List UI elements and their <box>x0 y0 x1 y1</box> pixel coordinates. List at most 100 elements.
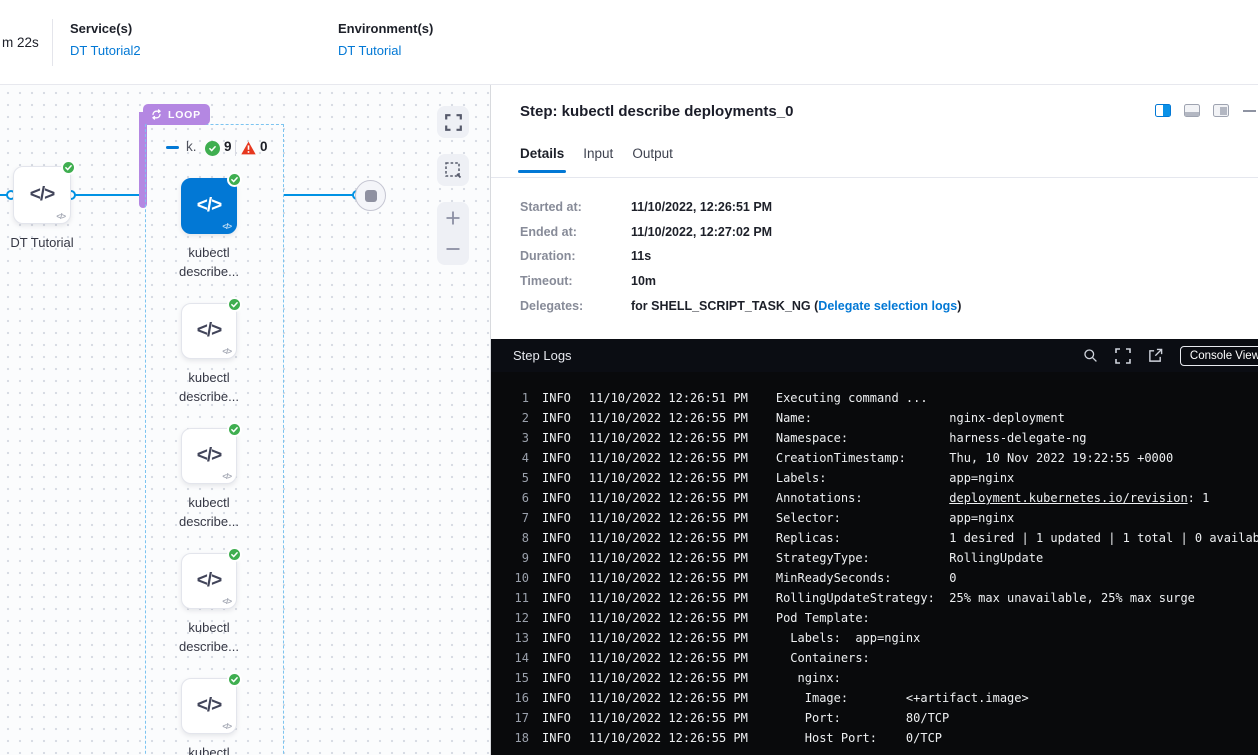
log-text: nginx: <box>776 671 841 685</box>
layout-split-right-icon[interactable] <box>1155 104 1171 117</box>
logs-body: 1INFO11/10/2022 12:26:51 PMExecuting com… <box>491 372 1258 755</box>
log-timestamp: 11/10/2022 12:26:55 PM <box>589 628 748 648</box>
log-text: MinReadySeconds: 0 <box>776 571 957 585</box>
start-step-node[interactable]: </> </> <box>13 166 71 224</box>
pipeline-canvas[interactable]: </> </> DT Tutorial LOOP k. 9 0 </></>ku… <box>0 85 490 755</box>
log-text: Namespace: harness-delegate-ng <box>776 431 1087 445</box>
zoom-controls <box>437 202 469 265</box>
log-row: 4INFO11/10/2022 12:26:55 PMCreationTimes… <box>505 448 1258 468</box>
log-text: Annotations: <box>776 491 949 505</box>
execution-page: m 22s Service(s) DT Tutorial2 Environmen… <box>0 0 1258 755</box>
plus-icon <box>445 210 461 226</box>
loop-step-node[interactable]: </></> <box>181 303 237 359</box>
log-line-number: 17 <box>505 708 529 728</box>
log-level: INFO <box>542 708 571 728</box>
success-badge-icon <box>227 297 242 312</box>
log-timestamp: 11/10/2022 12:26:55 PM <box>589 588 748 608</box>
log-row: 15INFO11/10/2022 12:26:55 PM nginx: <box>505 668 1258 688</box>
tab-input[interactable]: Input <box>583 146 613 173</box>
service-block: Service(s) DT Tutorial2 <box>70 21 141 58</box>
log-line-number: 16 <box>505 688 529 708</box>
log-line-number: 3 <box>505 428 529 448</box>
log-row: 5INFO11/10/2022 12:26:55 PMLabels: app=n… <box>505 468 1258 488</box>
log-line-number: 12 <box>505 608 529 628</box>
environment-link[interactable]: DT Tutorial <box>338 43 433 58</box>
logs-open-in-new-button[interactable] <box>1148 348 1163 363</box>
log-message: Labels: app=nginx <box>776 468 1014 488</box>
loop-step-node[interactable]: </></> <box>181 428 237 484</box>
log-level: INFO <box>542 628 571 648</box>
log-level: INFO <box>542 728 571 748</box>
collapse-group-button[interactable] <box>166 146 179 149</box>
detail-row-label: Started at: <box>520 200 631 214</box>
loop-step-name[interactable]: k. <box>186 139 197 154</box>
log-message: Port: 80/TCP <box>776 708 949 728</box>
execution-topbar: m 22s Service(s) DT Tutorial2 Environmen… <box>0 0 1258 85</box>
service-link[interactable]: DT Tutorial2 <box>70 43 141 58</box>
success-badge-icon <box>227 672 242 687</box>
log-timestamp: 11/10/2022 12:26:55 PM <box>589 648 748 668</box>
layout-dock-right-icon[interactable] <box>1213 104 1229 117</box>
detail-row-label: Ended at: <box>520 225 631 239</box>
loop-step-node[interactable]: </></> <box>181 678 237 734</box>
detail-row: Timeout:10m <box>520 269 1248 294</box>
log-row: 9INFO11/10/2022 12:26:55 PMStrategyType:… <box>505 548 1258 568</box>
log-line-number: 14 <box>505 648 529 668</box>
log-timestamp: 11/10/2022 12:26:55 PM <box>589 408 748 428</box>
log-timestamp: 11/10/2022 12:26:55 PM <box>589 508 748 528</box>
log-row: 14INFO11/10/2022 12:26:55 PM Containers: <box>505 648 1258 668</box>
loop-step-label: kubectldescribe... <box>144 743 274 755</box>
tab-output[interactable]: Output <box>632 146 673 173</box>
layout-dock-bottom-icon[interactable] <box>1184 104 1200 117</box>
zoom-out-button[interactable] <box>437 235 469 263</box>
loop-step-label-line2: describe... <box>144 512 274 531</box>
execution-duration: m 22s <box>2 35 39 50</box>
log-line-number: 8 <box>505 528 529 548</box>
log-message: StrategyType: RollingUpdate <box>776 548 1043 568</box>
minimize-panel-icon[interactable] <box>1243 110 1256 112</box>
log-timestamp: 11/10/2022 12:26:55 PM <box>589 428 748 448</box>
success-badge-icon <box>227 422 242 437</box>
shell-script-icon: </> <box>222 597 231 606</box>
canvas-marquee-zoom-button[interactable] <box>437 154 469 186</box>
loop-step-node[interactable]: </></> <box>181 553 237 609</box>
log-line-number: 5 <box>505 468 529 488</box>
loop-step-label: kubectldescribe... <box>144 243 274 281</box>
canvas-fullscreen-button[interactable] <box>437 106 469 138</box>
log-link[interactable]: deployment.kubernetes.io/revision <box>949 491 1187 505</box>
log-line-number: 1 <box>505 388 529 408</box>
log-message: nginx: <box>776 668 841 688</box>
log-message: Labels: app=nginx <box>776 628 921 648</box>
console-view-button[interactable]: Console View <box>1180 346 1258 366</box>
minus-icon <box>445 241 461 257</box>
loop-badge-label: LOOP <box>168 109 201 121</box>
log-level: INFO <box>542 488 571 508</box>
log-line-number: 18 <box>505 728 529 748</box>
loop-step-label: kubectldescribe... <box>144 493 274 531</box>
loop-badge[interactable]: LOOP <box>143 104 210 125</box>
log-text: RollingUpdateStrategy: 25% max unavailab… <box>776 591 1195 605</box>
delegate-selection-logs-link[interactable]: Delegate selection logs <box>818 299 957 313</box>
detail-row-label: Duration: <box>520 249 631 263</box>
log-text: Image: <+artifact.image> <box>776 691 1029 705</box>
log-line-number: 7 <box>505 508 529 528</box>
loop-step-label-line1: kubectl <box>144 743 274 755</box>
logs-fullscreen-button[interactable] <box>1115 348 1131 364</box>
detail-row-value: 11/10/2022, 12:26:51 PM <box>631 200 772 214</box>
marquee-select-icon <box>444 161 462 179</box>
log-line-number: 6 <box>505 488 529 508</box>
tab-details[interactable]: Details <box>520 146 564 173</box>
log-message: MinReadySeconds: 0 <box>776 568 957 588</box>
log-message: Name: nginx-deployment <box>776 408 1065 428</box>
log-row: 6INFO11/10/2022 12:26:55 PMAnnotations: … <box>505 488 1258 508</box>
zoom-in-button[interactable] <box>437 204 469 232</box>
logs-search-button[interactable] <box>1083 348 1098 363</box>
log-level: INFO <box>542 668 571 688</box>
loop-step-node[interactable]: </></> <box>181 178 237 234</box>
detail-row-value: 11/10/2022, 12:27:02 PM <box>631 225 772 239</box>
log-row: 17INFO11/10/2022 12:26:55 PM Port: 80/TC… <box>505 708 1258 728</box>
end-node[interactable] <box>355 180 386 211</box>
step-logs-header: Step Logs Console View <box>491 339 1258 372</box>
log-message: RollingUpdateStrategy: 25% max unavailab… <box>776 588 1195 608</box>
loop-step-label-line1: kubectl <box>144 368 274 387</box>
